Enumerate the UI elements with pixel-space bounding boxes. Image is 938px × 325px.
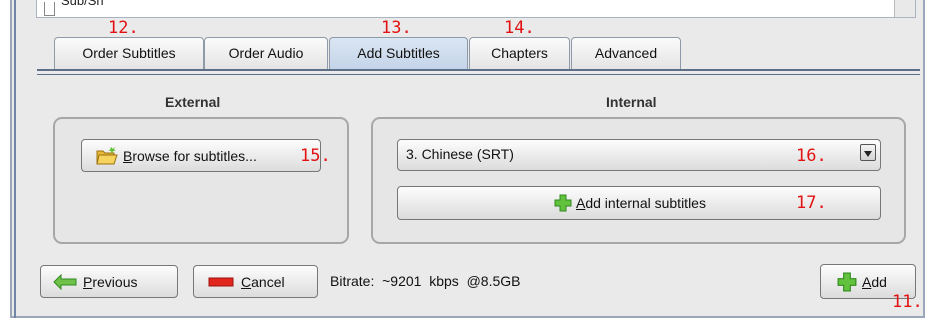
- list-scrollbar[interactable]: [894, 0, 915, 17]
- annotation-17: 17.: [796, 193, 827, 213]
- internal-group: [371, 117, 906, 244]
- tab-order-subtitles[interactable]: Order Subtitles: [54, 37, 204, 69]
- tab-divider: [37, 69, 920, 71]
- list-item-checkbox[interactable]: [44, 2, 55, 16]
- plus-icon: [554, 194, 572, 212]
- internal-heading: Internal: [606, 94, 657, 110]
- cancel-label: Cancel: [241, 273, 285, 290]
- bitrate-status: Bitrate: ~9201 kbps @8.5GB: [330, 273, 521, 289]
- annotation-12: 12.: [108, 18, 139, 38]
- browse-subtitles-button[interactable]: Browse for subtitles...: [81, 139, 321, 172]
- minus-icon: [208, 277, 234, 286]
- annotation-14: 14.: [504, 18, 535, 38]
- tab-advanced[interactable]: Advanced: [571, 37, 681, 69]
- cancel-button[interactable]: Cancel: [193, 265, 318, 298]
- tab-chapters[interactable]: Chapters: [469, 37, 570, 69]
- folder-open-icon: [96, 146, 118, 164]
- internal-subtitle-selected: 3. Chinese (SRT): [406, 146, 514, 162]
- annotation-15: 15.: [300, 146, 331, 166]
- previous-button[interactable]: Previous: [40, 265, 178, 298]
- tab-order-audio[interactable]: Order Audio: [204, 37, 328, 69]
- annotation-11: 11.: [892, 292, 923, 312]
- external-group: [53, 117, 349, 244]
- arrow-left-icon: [53, 273, 77, 290]
- list-item-label: Sub/Sh: [61, 0, 104, 8]
- window-left-border: [14, 0, 16, 318]
- annotation-16: 16.: [796, 146, 827, 166]
- add-internal-subtitles-label: Add internal subtitles: [576, 195, 706, 211]
- dropdown-arrow-icon[interactable]: [860, 144, 876, 161]
- browse-subtitles-label: Browse for subtitles...: [123, 147, 257, 164]
- tab-add-subtitles[interactable]: Add Subtitles: [329, 37, 468, 70]
- add-label: Add: [862, 273, 887, 290]
- plus-icon: [837, 272, 857, 291]
- annotation-13: 13.: [381, 18, 412, 38]
- external-heading: External: [165, 94, 221, 110]
- subtitle-list[interactable]: Sub/Sh: [36, 0, 916, 18]
- previous-label: Previous: [83, 273, 138, 290]
- tab-divider-secondary: [37, 74, 920, 75]
